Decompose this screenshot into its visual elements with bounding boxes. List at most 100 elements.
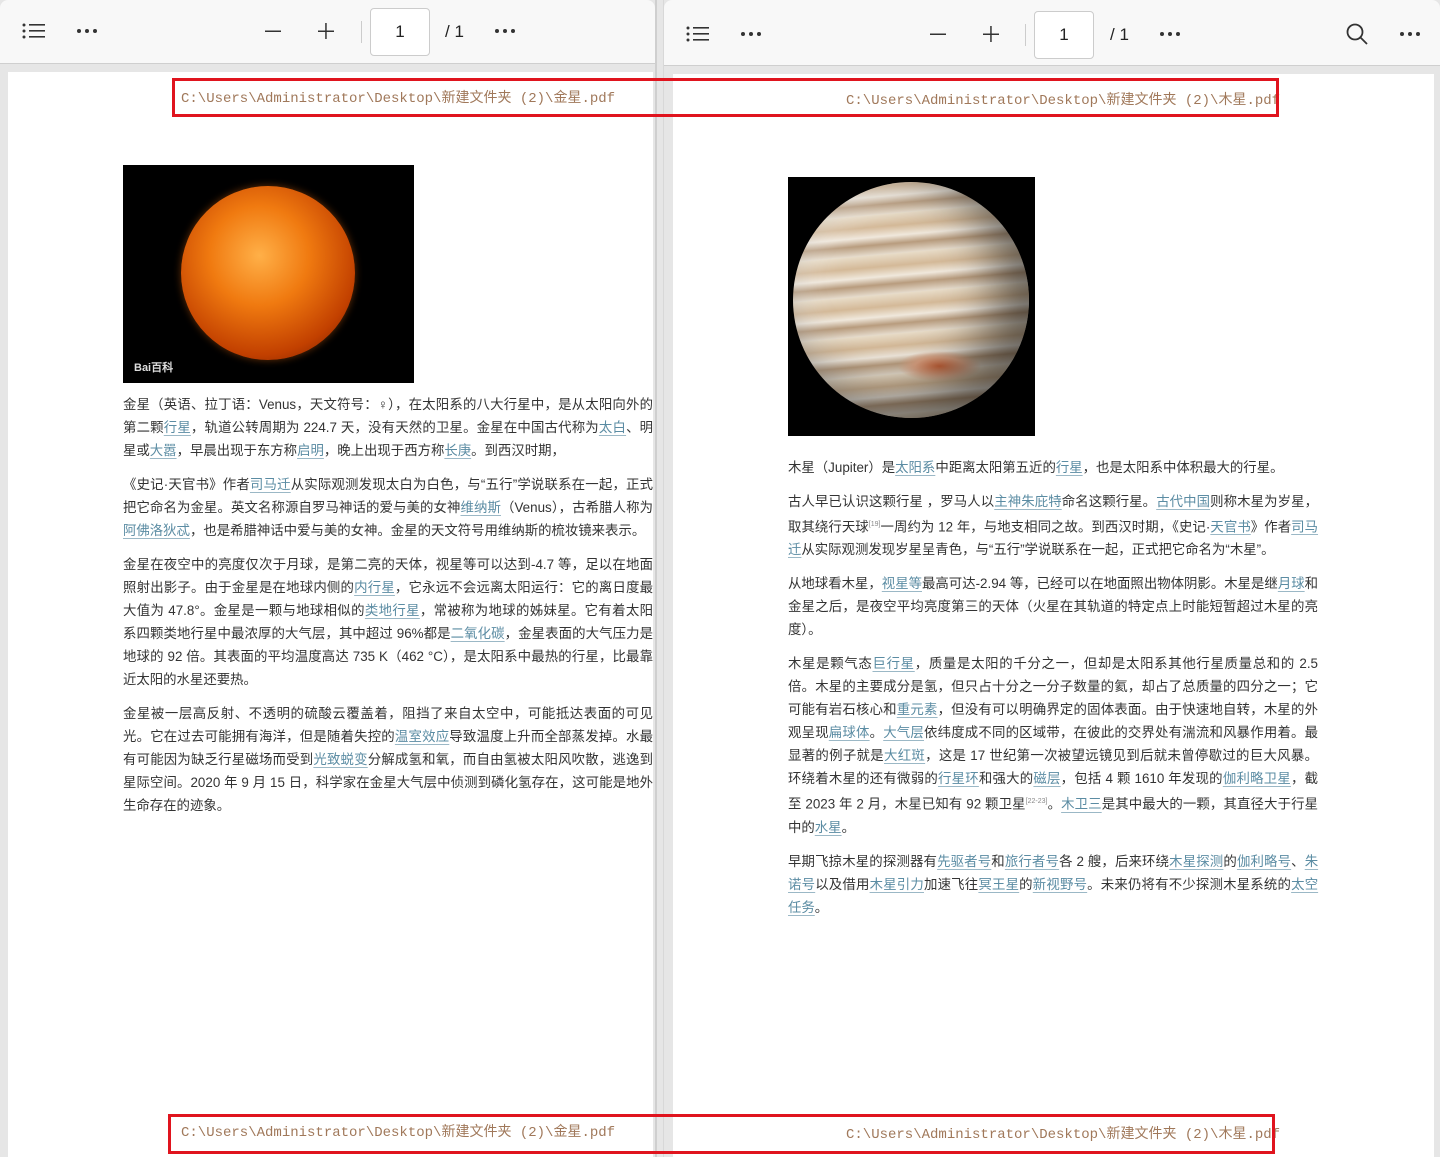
wiki-link[interactable]: 伽利略卫星: [1223, 771, 1291, 786]
text-run: 中距离太阳第五近的: [935, 460, 1056, 475]
text-run: ，也是希腊神话中爱与美的女神。金星的天文符号用维纳斯的梳妆镜来表示。: [189, 523, 646, 538]
wiki-link[interactable]: 新视野号: [1033, 877, 1087, 892]
citation: [19]: [868, 521, 881, 528]
wiki-link[interactable]: 磁层: [1033, 771, 1060, 786]
table-of-contents-icon[interactable]: [680, 16, 716, 52]
file-path-footer: C:\Users\Administrator\Desktop\新建文件夹 (2)…: [181, 1125, 616, 1141]
pdf-viewer-right: 1 / 1 C:\Users\Administrator\Desktop\新建文…: [663, 0, 1440, 1157]
citation: [22-23]: [1025, 798, 1048, 806]
paragraph: 《史记·天官书》作者司马迁从实际观测发现太白为白色，与“五行”学说联系在一起，正…: [123, 473, 653, 542]
wiki-link[interactable]: 温室效应: [395, 729, 449, 744]
text-run: 。: [814, 899, 829, 915]
text-run: ，晚上出现于西方称: [323, 443, 445, 458]
search-icon[interactable]: [1339, 16, 1375, 52]
file-path-header: C:\Users\Administrator\Desktop\新建文件夹 (2)…: [846, 93, 1281, 109]
text-run: 。: [869, 725, 884, 741]
paragraph: 金星在夜空中的亮度仅次于月球，是第二亮的天体，视星等可以达到-4.7 等，足以在…: [123, 553, 653, 691]
pdf-page: C:\Users\Administrator\Desktop\新建文件夹 (2)…: [673, 74, 1434, 1157]
wiki-link[interactable]: 阿佛洛狄忒: [123, 523, 190, 538]
wiki-link[interactable]: 司马迁: [250, 477, 291, 492]
wiki-link[interactable]: 巨行星: [873, 656, 915, 671]
wiki-link[interactable]: 行星环: [938, 771, 979, 786]
text-run: 和强大的: [978, 771, 1034, 787]
page-number-input[interactable]: 1: [370, 8, 430, 56]
page-number-input[interactable]: 1: [1034, 11, 1094, 59]
wiki-link[interactable]: 大嚣: [150, 443, 177, 458]
text-run: 古人早已认识这颗行星 ，罗马人以: [788, 494, 995, 509]
text-run: 》作者: [1250, 519, 1292, 535]
text-run: 最高可达-2.94 等，已经可以在地面照出物体阴影。木星是继: [922, 576, 1278, 592]
wiki-link[interactable]: 维纳斯: [460, 500, 501, 515]
zoom-out-icon[interactable]: [255, 13, 291, 49]
wiki-link[interactable]: 大气层: [883, 725, 924, 740]
paragraph: 金星（英语、拉丁语：Venus，天文符号：♀），在太阳系的八大行星中，是从太阳向…: [123, 393, 653, 462]
text-run: 木星（Jupiter）是: [788, 460, 896, 475]
zoom-out-icon[interactable]: [920, 16, 956, 52]
zoom-in-icon[interactable]: [973, 16, 1009, 52]
wiki-link[interactable]: 先驱者号: [937, 854, 991, 869]
text-run: 《史记·天官书》作者: [123, 477, 250, 492]
more-options-icon[interactable]: [1153, 16, 1189, 52]
page-total: / 1: [1110, 25, 1129, 44]
wiki-link[interactable]: 光致蜕变: [313, 752, 367, 767]
text-run: 以及借用: [815, 876, 870, 892]
wiki-link[interactable]: 水星: [815, 820, 842, 835]
wiki-link[interactable]: 内行星: [354, 580, 395, 595]
text-run: 和: [991, 853, 1005, 869]
file-path-footer: C:\Users\Administrator\Desktop\新建文件夹 (2)…: [846, 1127, 1281, 1143]
divider: [1025, 24, 1026, 46]
wiki-link[interactable]: 太阳系: [895, 460, 935, 475]
more-options-icon[interactable]: [488, 13, 524, 49]
paragraph: 古人早已认识这颗行星 ，罗马人以主神朱庇特命名这颗行星。古代中国则称木星为岁星，…: [788, 490, 1318, 561]
wiki-link[interactable]: 天官书: [1210, 519, 1250, 534]
wiki-link[interactable]: 启明: [297, 443, 324, 458]
paragraph: 木星（Jupiter）是太阳系中距离太阳第五近的行星，也是太阳系中体积最大的行星…: [788, 456, 1318, 479]
wiki-link[interactable]: 古代中国: [1156, 494, 1210, 509]
wiki-link[interactable]: 主神朱庇特: [994, 494, 1061, 509]
text-run: 早期飞掠木星的探测器有: [788, 853, 938, 869]
wiki-link[interactable]: 冥王星: [978, 877, 1019, 892]
wiki-link[interactable]: 长庚: [444, 443, 471, 458]
more-options-icon[interactable]: [70, 13, 106, 49]
text-run: 各 2 艘，后来环绕: [1059, 853, 1170, 869]
table-of-contents-icon[interactable]: [16, 13, 52, 49]
wiki-link[interactable]: 旅行者号: [1005, 854, 1059, 869]
text-run: ，包括 4 颗 1610 年发现的: [1060, 771, 1223, 787]
text-run: 加速飞往: [923, 876, 979, 892]
text-run: 、: [1291, 853, 1305, 869]
wiki-link[interactable]: 类地行星: [365, 603, 420, 618]
toolbar: 1 / 1: [0, 0, 655, 64]
text-run: 。: [841, 819, 855, 835]
wiki-link[interactable]: 太白: [599, 420, 626, 435]
more-options-icon[interactable]: [734, 16, 770, 52]
wiki-link[interactable]: 二氧化碳: [451, 626, 505, 641]
wiki-link[interactable]: 木星探测: [1169, 854, 1223, 869]
text-run: 。未来仍将有不少探测木星系统的: [1087, 876, 1292, 892]
jupiter-image: [788, 177, 1035, 436]
file-path-header: C:\Users\Administrator\Desktop\新建文件夹 (2)…: [181, 91, 616, 107]
paragraph: 木星是颗气态巨行星，质量是太阳的千分之一，但却是太阳系其他行星质量总和的 2.5…: [788, 652, 1318, 838]
wiki-link[interactable]: 月球: [1278, 576, 1305, 591]
article-text: 木星（Jupiter）是太阳系中距离太阳第五近的行星，也是太阳系中体积最大的行星…: [788, 456, 1318, 930]
paragraph: 从地球看木星，视星等最高可达-2.94 等，已经可以在地面照出物体阴影。木星是继…: [788, 572, 1318, 641]
text-run: 木星是颗气态: [788, 656, 873, 672]
paragraph: 金星被一层高反射、不透明的硫酸云覆盖着，阻挡了来自太空中，可能抵达表面的可见光。…: [123, 702, 653, 817]
text-run: 。到西汉时期，: [471, 443, 565, 458]
wiki-link[interactable]: 行星: [1056, 460, 1083, 475]
pdf-page: C:\Users\Administrator\Desktop\新建文件夹 (2)…: [8, 72, 653, 1157]
more-options-icon[interactable]: [1393, 16, 1429, 52]
toolbar: 1 / 1: [664, 0, 1440, 66]
zoom-in-icon[interactable]: [308, 13, 344, 49]
wiki-link[interactable]: 扁球体: [829, 725, 870, 740]
wiki-link[interactable]: 伽利略号: [1237, 854, 1291, 869]
wiki-link[interactable]: 重元素: [897, 702, 938, 717]
wiki-link[interactable]: 木星引力: [870, 877, 924, 892]
wiki-link[interactable]: 行星: [164, 420, 191, 435]
article-text: 金星（英语、拉丁语：Venus，天文符号：♀），在太阳系的八大行星中，是从太阳向…: [123, 393, 653, 828]
text-run: 命名这颗行星。: [1061, 494, 1157, 509]
wiki-link[interactable]: 视星等: [882, 576, 922, 591]
wiki-link[interactable]: 木卫三: [1061, 797, 1102, 812]
page-total: / 1: [445, 22, 464, 41]
wiki-link[interactable]: 大红斑: [884, 748, 925, 763]
text-run: （Venus），古希腊人称为: [500, 500, 654, 515]
